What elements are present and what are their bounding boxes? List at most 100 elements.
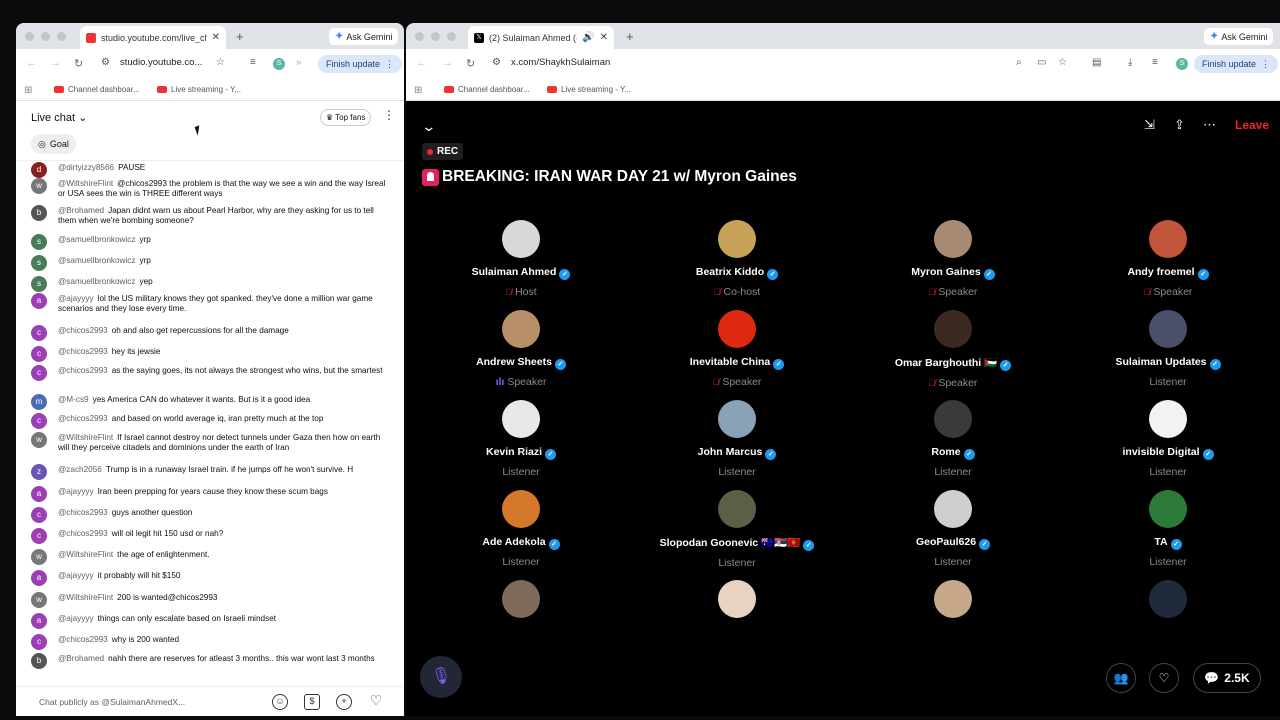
emoji-icon[interactable]: ☺ <box>272 694 288 710</box>
chat-input[interactable]: Chat publicly as @SulaimanAhmedX... <box>39 697 185 707</box>
collapse-chevron-icon[interactable]: ⌄ <box>421 118 436 135</box>
chat-avatar[interactable]: a <box>31 613 47 629</box>
window-controls[interactable] <box>25 32 66 41</box>
url-field[interactable]: x.com/ShaykhSulaiman <box>511 57 610 68</box>
extensions-icon[interactable]: ≡ <box>250 57 256 68</box>
add-icon[interactable]: + <box>336 694 352 710</box>
participant-avatar[interactable] <box>718 580 756 618</box>
bookmark-star-icon[interactable]: ☆ <box>216 57 225 68</box>
participant-card[interactable] <box>413 580 629 618</box>
chat-avatar[interactable]: w <box>31 432 47 448</box>
chat-author[interactable]: @samuellbronkowicz <box>58 256 135 265</box>
forward-icon[interactable]: → <box>50 57 61 69</box>
participant-card[interactable]: Rome ✓ Listener <box>845 400 1061 478</box>
chat-avatar[interactable]: s <box>31 276 47 292</box>
participant-card[interactable]: Beatrix Kiddo ✓ 🎙̸ Co-host <box>629 220 845 298</box>
finish-update-button[interactable]: Finish update ⋮ <box>318 55 403 73</box>
chat-avatar[interactable]: c <box>31 325 47 341</box>
participant-card[interactable]: Slopodan Goonevic 🇦🇺🇷🇸🇲🇪 ✓ Listener <box>629 490 845 569</box>
chat-author[interactable]: @ajayyyy <box>58 614 94 623</box>
chat-author[interactable]: @chicos2993 <box>58 508 108 517</box>
chat-avatar[interactable]: c <box>31 365 47 381</box>
minimize-space-icon[interactable]: ⇲ <box>1144 117 1155 133</box>
participant-card[interactable]: TA ✓ Listener <box>1060 490 1276 568</box>
participant-card[interactable]: Sulaiman Updates ✓ Listener <box>1060 310 1276 388</box>
like-reaction-icon[interactable]: ♡ <box>1149 663 1179 693</box>
download-icon[interactable]: ⤓ <box>1128 57 1132 68</box>
top-fans-button[interactable]: ♛ Top fans <box>320 109 372 126</box>
participant-card[interactable] <box>629 580 845 618</box>
participant-card[interactable]: Kevin Riazi ✓ Listener <box>413 400 629 478</box>
microphone-icon[interactable]: 🎙 <box>420 656 462 698</box>
tab-youtube-studio[interactable]: studio.youtube.com/live_cha ✕ <box>80 26 226 49</box>
cast-icon[interactable]: ▭ <box>1037 57 1046 68</box>
participant-card[interactable]: Andy froemel ✓ 🎙̸ Speaker <box>1060 220 1276 298</box>
profile-avatar[interactable]: S <box>1176 58 1188 70</box>
more-tabs-icon[interactable]: » <box>296 57 302 68</box>
live-chat-dropdown[interactable]: Live chat ⌄ <box>31 111 87 124</box>
chat-author[interactable]: @WiltshireFlint <box>58 179 113 188</box>
chat-author[interactable]: @samuellbronkowicz <box>58 235 135 244</box>
chat-avatar[interactable]: z <box>31 464 47 480</box>
chat-menu-icon[interactable]: ⋮ <box>383 108 395 122</box>
heart-icon[interactable]: ♡ <box>368 693 384 710</box>
participant-card[interactable]: Inevitable China ✓ 🎙̸ Speaker <box>629 310 845 388</box>
chat-author[interactable]: @chicos2993 <box>58 347 108 356</box>
tab-x-profile[interactable]: 𝕏 (2) Sulaiman Ahmed (@S 🔊 ✕ <box>468 26 614 49</box>
chat-avatar[interactable]: a <box>31 293 47 309</box>
ask-gemini-button[interactable]: ✦ Ask Gemini <box>329 28 399 45</box>
chat-avatar[interactable]: b <box>31 653 47 669</box>
participant-card[interactable]: Omar Barghouthi 🇵🇸 ✓ 🎙̸ Speaker <box>845 310 1061 389</box>
apps-icon[interactable]: ⊞ <box>24 85 32 96</box>
participant-card[interactable]: Myron Gaines ✓ 🎙̸ Speaker <box>845 220 1061 298</box>
participant-avatar[interactable] <box>1149 220 1187 258</box>
chat-author[interactable]: @chicos2993 <box>58 635 108 644</box>
participant-avatar[interactable] <box>718 490 756 528</box>
goal-chip[interactable]: ◎ Goal <box>31 134 76 154</box>
chat-author[interactable]: @M-cs9 <box>58 395 89 404</box>
reload-icon[interactable]: ↻ <box>466 57 475 70</box>
chat-avatar[interactable]: c <box>31 346 47 362</box>
participant-card[interactable] <box>1060 580 1276 618</box>
participant-avatar[interactable] <box>502 400 540 438</box>
participant-avatar[interactable] <box>502 220 540 258</box>
more-options-icon[interactable]: ⋯ <box>1203 117 1216 133</box>
ask-gemini-button[interactable]: ✦ Ask Gemini <box>1204 28 1274 45</box>
close-tab-icon[interactable]: ✕ <box>212 32 220 43</box>
participant-avatar[interactable] <box>1149 310 1187 348</box>
participant-avatar[interactable] <box>1149 580 1187 618</box>
participant-avatar[interactable] <box>934 580 972 618</box>
participant-avatar[interactable] <box>502 310 540 348</box>
participant-avatar[interactable] <box>502 490 540 528</box>
participant-avatar[interactable] <box>718 220 756 258</box>
replies-button[interactable]: 💬 2.5K <box>1193 663 1261 693</box>
participant-card[interactable]: GeoPaul626 ✓ Listener <box>845 490 1061 568</box>
participant-card[interactable]: John Marcus ✓ Listener <box>629 400 845 478</box>
chat-author[interactable]: @ajayyyy <box>58 294 94 303</box>
participant-card[interactable]: Sulaiman Ahmed ✓ 🎙̸ Host <box>413 220 629 298</box>
bookmark-star-icon[interactable]: ☆ <box>1058 57 1067 68</box>
leave-button[interactable]: Leave <box>1235 118 1269 132</box>
forward-icon[interactable]: → <box>442 57 453 69</box>
chat-avatar[interactable]: w <box>31 178 47 194</box>
chat-avatar[interactable]: a <box>31 570 47 586</box>
chat-avatar[interactable]: c <box>31 413 47 429</box>
participant-avatar[interactable] <box>934 220 972 258</box>
participant-avatar[interactable] <box>934 400 972 438</box>
reload-icon[interactable]: ↻ <box>74 57 83 70</box>
participant-avatar[interactable] <box>718 310 756 348</box>
site-settings-icon[interactable]: ⚙ <box>101 57 110 68</box>
chat-author[interactable]: @zach2056 <box>58 465 102 474</box>
chat-avatar[interactable]: d <box>31 162 47 178</box>
chat-avatar[interactable]: w <box>31 592 47 608</box>
participant-card[interactable]: Andrew Sheets ✓ ılı Speaker <box>413 310 629 388</box>
chat-avatar[interactable]: s <box>31 255 47 271</box>
back-icon[interactable]: ← <box>416 57 427 69</box>
new-tab-icon[interactable]: + <box>626 29 634 44</box>
back-icon[interactable]: ← <box>26 57 37 69</box>
chat-message-list[interactable]: d @dirtyizzy8566 PAUSE w @WiltshireFlint @chi… <box>16 162 404 678</box>
finish-update-button[interactable]: Finish update ⋮ <box>1194 55 1279 73</box>
participant-card[interactable]: Ade Adekola ✓ Listener <box>413 490 629 568</box>
apps-icon[interactable]: ⊞ <box>414 85 422 96</box>
chat-author[interactable]: @WiltshireFlint <box>58 593 113 602</box>
